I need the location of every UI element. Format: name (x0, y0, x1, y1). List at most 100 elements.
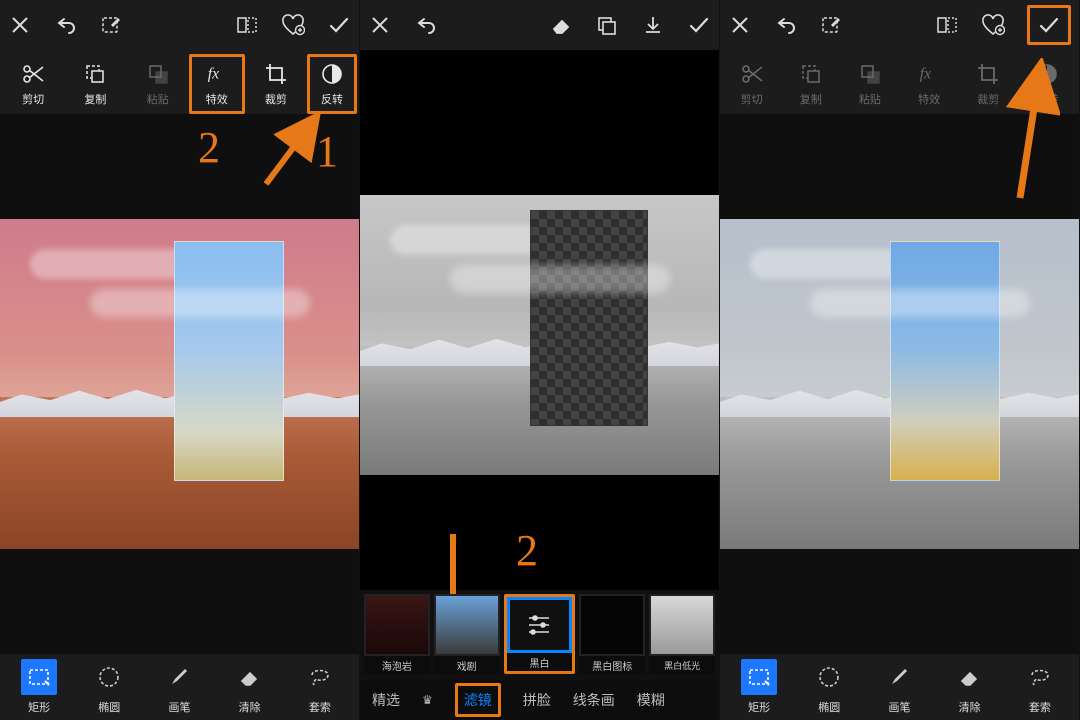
rect-tool-button[interactable]: 矩形 (730, 659, 788, 715)
copy-icon (83, 62, 107, 86)
selection-rect[interactable] (174, 241, 284, 481)
cat-face[interactable]: 拼脸 (523, 690, 551, 710)
confirm-check-icon[interactable] (1027, 5, 1071, 45)
cut-label: 剪切 (741, 91, 763, 107)
eraser-icon[interactable] (549, 13, 573, 37)
close-icon[interactable] (728, 13, 752, 37)
paste-icon (858, 62, 882, 86)
crop-button[interactable]: 裁剪 (245, 54, 307, 114)
undo-icon[interactable] (774, 13, 798, 37)
cat-line[interactable]: 线条画 (573, 690, 615, 710)
cat-filter[interactable]: 滤镜 (455, 683, 501, 717)
undo-icon[interactable] (54, 13, 78, 37)
brush-tool-button[interactable]: 画笔 (150, 659, 208, 715)
screenshot-panel-3: 剪切 复制 粘贴 fx 特效 裁剪 反转 (720, 0, 1080, 720)
erase-tool-button[interactable]: 清除 (221, 659, 279, 715)
shape-toolbar: 矩形 椭圆 画笔 清除 套索 (720, 654, 1079, 720)
filter-thumb-drama[interactable]: 戏剧 (434, 594, 500, 674)
annotation-1: 1 (316, 126, 338, 177)
crop-button[interactable]: 裁剪 (959, 54, 1018, 114)
confirm-check-icon[interactable] (687, 13, 711, 37)
edit-toolbar: 剪切 复制 粘贴 fx 特效 裁剪 反转 (720, 50, 1079, 114)
fx-button[interactable]: fx 特效 (189, 54, 245, 114)
edit-icon[interactable] (820, 13, 844, 37)
invert-icon (1035, 62, 1059, 86)
rect-tool-label: 矩形 (748, 699, 770, 715)
paste-label: 粘贴 (859, 91, 881, 107)
filter-thumb-bw[interactable]: 黑白 (504, 594, 576, 674)
mirror-icon[interactable] (235, 13, 259, 37)
erase-tool-label: 清除 (239, 699, 261, 715)
invert-button[interactable]: 反转 (1018, 54, 1077, 114)
crop-icon (264, 62, 288, 86)
filter-thumb-label: 戏剧 (434, 656, 500, 674)
svg-text:fx: fx (920, 65, 931, 82)
paste-button: 粘贴 (840, 54, 899, 114)
filter-category-row: 精选 ♛ 滤镜 拼脸 线条画 模糊 (360, 680, 719, 720)
paste-button: 粘贴 (127, 54, 189, 114)
ellipse-tool-button[interactable]: 椭圆 (800, 659, 858, 715)
invert-button[interactable]: 反转 (307, 54, 357, 114)
brush-tool-button[interactable]: 画笔 (870, 659, 928, 715)
copy-button[interactable]: 复制 (64, 54, 126, 114)
ellipse-tool-label: 椭圆 (818, 699, 840, 715)
top-bar (360, 0, 719, 50)
cat-blur[interactable]: 模糊 (637, 690, 665, 710)
erase-tool-label: 清除 (959, 699, 981, 715)
crop-label: 裁剪 (977, 91, 999, 107)
invert-icon (320, 62, 344, 86)
top-bar (720, 0, 1079, 50)
rect-tool-button[interactable]: 矩形 (10, 659, 68, 715)
cat-featured[interactable]: 精选 (372, 690, 400, 710)
fx-label: 特效 (206, 91, 228, 107)
lasso-tool-button[interactable]: 套索 (291, 659, 349, 715)
canvas-area[interactable] (720, 114, 1079, 654)
lasso-tool-label: 套索 (309, 699, 331, 715)
undo-icon[interactable] (414, 13, 438, 37)
heart-add-icon[interactable] (981, 13, 1005, 37)
edit-icon[interactable] (100, 13, 124, 37)
copy-button[interactable]: 复制 (781, 54, 840, 114)
lasso-tool-label: 套索 (1029, 699, 1051, 715)
heart-add-icon[interactable] (281, 13, 305, 37)
svg-text:fx: fx (208, 65, 219, 82)
canvas-area[interactable]: 2 1 (0, 114, 359, 654)
filter-thumbnail-strip: 海泡岩 戏剧 黑白 黑白图标 黑白低光 (360, 590, 719, 680)
filter-thumb-label: 海泡岩 (364, 656, 430, 674)
filter-thumb-label: 黑白低光 (649, 656, 715, 674)
image-preview (720, 219, 1079, 549)
close-icon[interactable] (368, 13, 392, 37)
cut-label: 剪切 (22, 91, 44, 107)
cut-button[interactable]: 剪切 (722, 54, 781, 114)
download-icon[interactable] (641, 13, 665, 37)
confirm-check-icon[interactable] (327, 13, 351, 37)
screenshot-panel-2: 2 海泡岩 戏剧 黑白 黑白图标 黑白低光 精选 ♛ (360, 0, 720, 720)
selection-cutout[interactable] (530, 210, 648, 426)
cut-button[interactable]: 剪切 (2, 54, 64, 114)
image-preview (360, 195, 719, 475)
screenshot-panel-1: 剪切 复制 粘贴 fx 特效 裁剪 反转 2 1 (0, 0, 360, 720)
filter-thumb-bw-low[interactable]: 黑白低光 (649, 594, 715, 674)
ellipse-tool-button[interactable]: 椭圆 (80, 659, 138, 715)
canvas-area[interactable]: 2 (360, 50, 719, 590)
fx-button[interactable]: fx 特效 (900, 54, 959, 114)
erase-tool-button[interactable]: 清除 (941, 659, 999, 715)
fx-icon: fx (917, 62, 941, 86)
brush-tool-label: 画笔 (888, 699, 910, 715)
mirror-icon[interactable] (935, 13, 959, 37)
lasso-tool-button[interactable]: 套索 (1011, 659, 1069, 715)
scissors-icon (21, 62, 45, 86)
fx-icon: fx (205, 62, 229, 86)
layers-icon[interactable] (595, 13, 619, 37)
fx-label: 特效 (918, 91, 940, 107)
annotation-2: 2 (198, 122, 220, 173)
annotation-arrow-1 (254, 112, 334, 192)
filter-thumb-seafoam[interactable]: 海泡岩 (364, 594, 430, 674)
image-preview (0, 219, 359, 549)
selection-rect[interactable] (890, 241, 1000, 481)
close-icon[interactable] (8, 13, 32, 37)
brush-tool-label: 画笔 (168, 699, 190, 715)
shape-toolbar: 矩形 椭圆 画笔 清除 套索 (0, 654, 359, 720)
ellipse-tool-label: 椭圆 (98, 699, 120, 715)
filter-thumb-bw-icon[interactable]: 黑白图标 (579, 594, 645, 674)
